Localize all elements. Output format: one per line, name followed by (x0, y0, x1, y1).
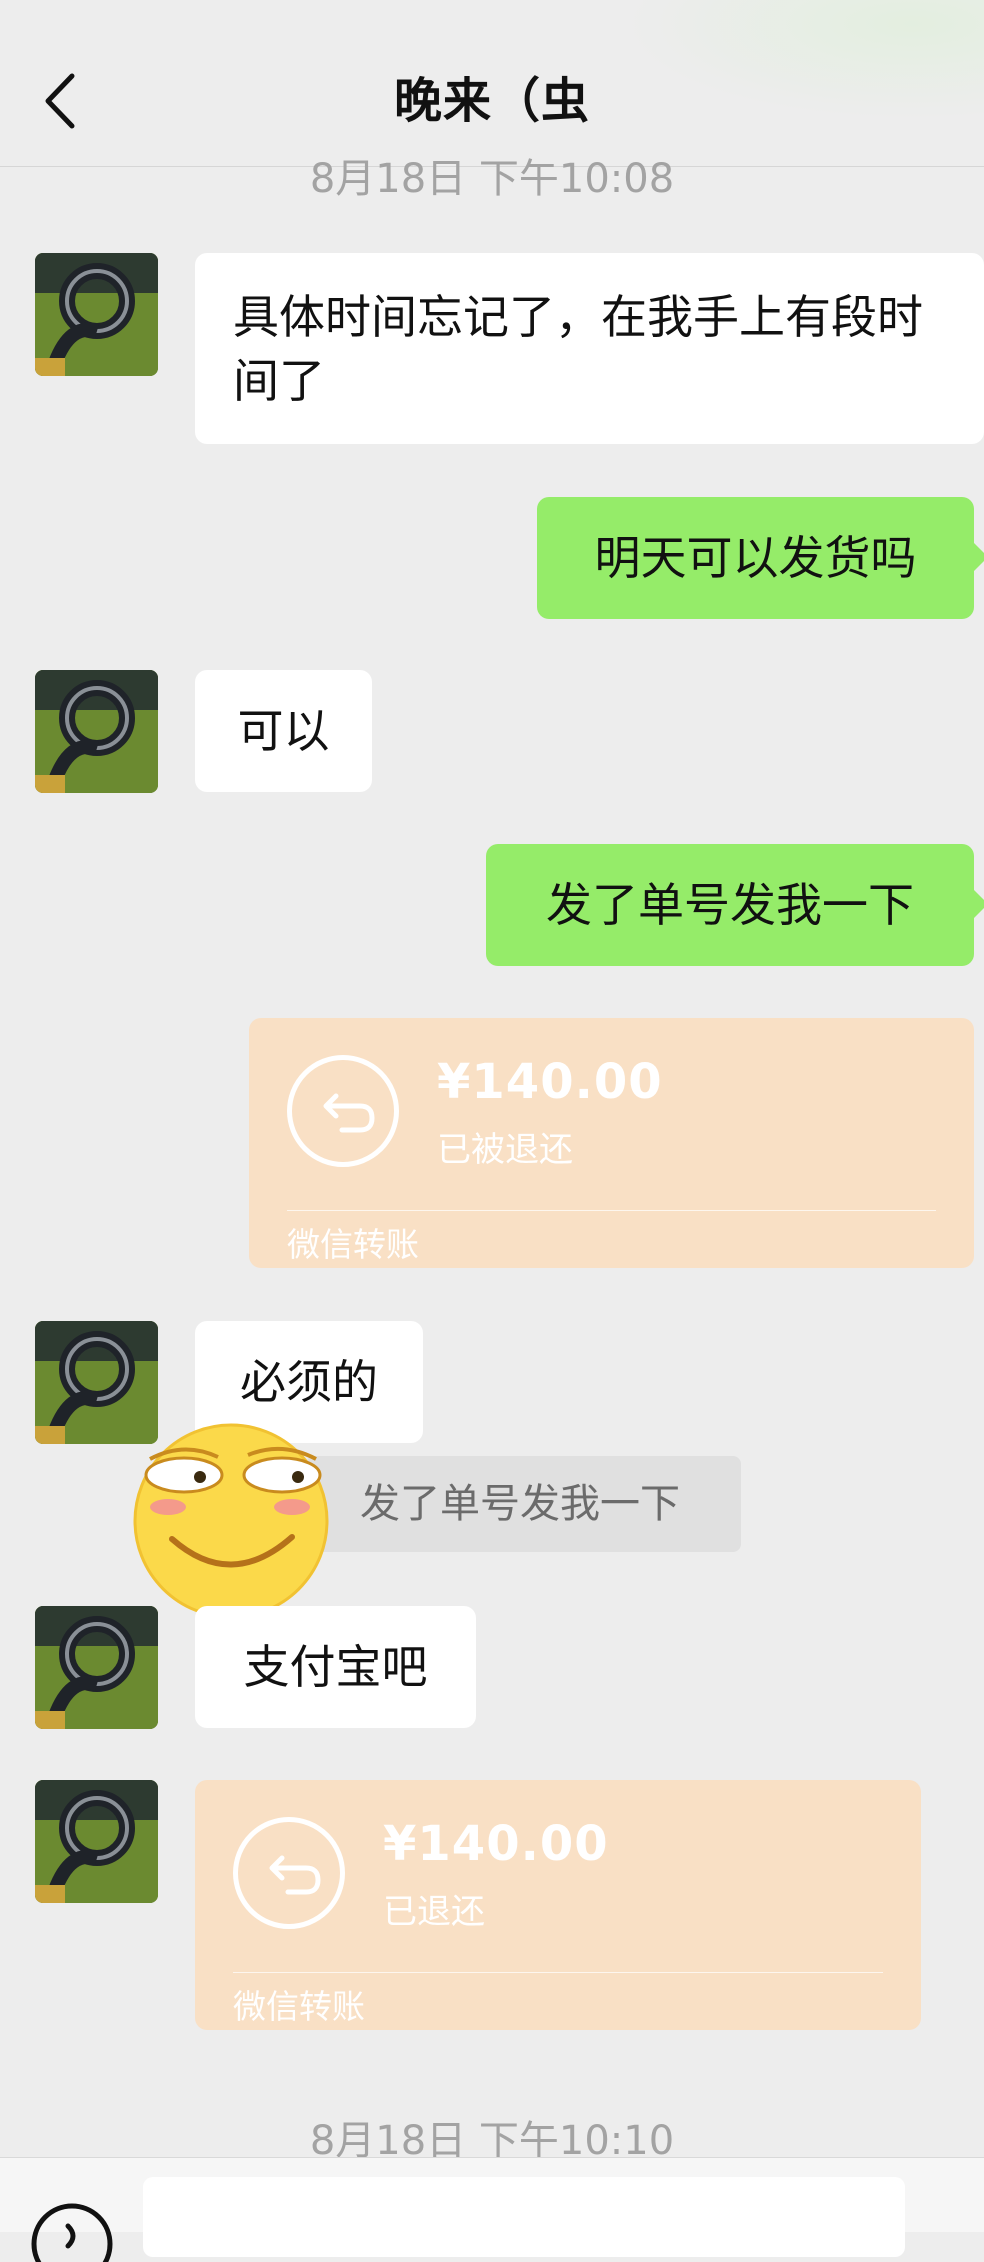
smirk-emoji-icon (133, 1423, 329, 1619)
contact-avatar[interactable] (35, 253, 158, 376)
message-text: 可以 (237, 704, 330, 758)
transfer-status: 已退还 (383, 1892, 485, 1932)
transfer-divider (287, 1210, 936, 1211)
message-text: 具体时间忘记了，在我手上有段时间了 (233, 290, 923, 408)
contact-avatar[interactable] (35, 1780, 158, 1903)
quoted-text: 发了单号发我一下 (360, 1481, 680, 1527)
message-bubble-outgoing[interactable]: 明天可以发货吗 (537, 497, 984, 619)
snake-avatar-icon (35, 253, 158, 376)
refund-arrow-icon (287, 1055, 399, 1167)
message-text: 发了单号发我一下 (546, 878, 914, 932)
transfer-footer: 微信转账 (287, 1225, 419, 1264)
message-bubble-outgoing[interactable]: 发了单号发我一下 (486, 844, 984, 966)
contact-avatar[interactable] (35, 1606, 158, 1729)
transfer-card[interactable]: ¥140.00 已被退还 微信转账 (249, 1018, 974, 1268)
refund-arrow-icon (233, 1817, 345, 1929)
contact-avatar[interactable] (35, 670, 158, 793)
transfer-divider (233, 1972, 883, 1973)
message-bubble-incoming[interactable]: 具体时间忘记了，在我手上有段时间了 (195, 253, 984, 444)
snake-avatar-icon (35, 1606, 158, 1729)
message-bubble-incoming[interactable]: 可以 (195, 670, 372, 792)
message-bubble-incoming[interactable]: 支付宝吧 (195, 1606, 476, 1728)
timestamp-top: 8月18日 下午10:08 (309, 156, 675, 202)
nav-bar: 晚来（虫 (0, 0, 984, 167)
message-input[interactable] (143, 2177, 905, 2257)
transfer-card[interactable]: ¥140.00 已退还 微信转账 (195, 1780, 921, 2030)
message-text: 明天可以发货吗 (594, 531, 917, 585)
snake-avatar-icon (35, 670, 158, 793)
snake-avatar-icon (35, 1780, 158, 1903)
message-text: 支付宝吧 (243, 1640, 428, 1694)
transfer-status: 已被退还 (437, 1130, 573, 1170)
message-text: 必须的 (240, 1355, 378, 1409)
chat-title: 晚来（虫 (393, 73, 590, 129)
transfer-amount: ¥140.00 (383, 1816, 609, 1872)
voice-input-icon[interactable] (30, 2202, 114, 2262)
transfer-amount: ¥140.00 (437, 1054, 663, 1110)
transfer-footer: 微信转账 (233, 1987, 365, 2026)
quoted-message[interactable]: 发了单号发我一下 (306, 1456, 741, 1552)
